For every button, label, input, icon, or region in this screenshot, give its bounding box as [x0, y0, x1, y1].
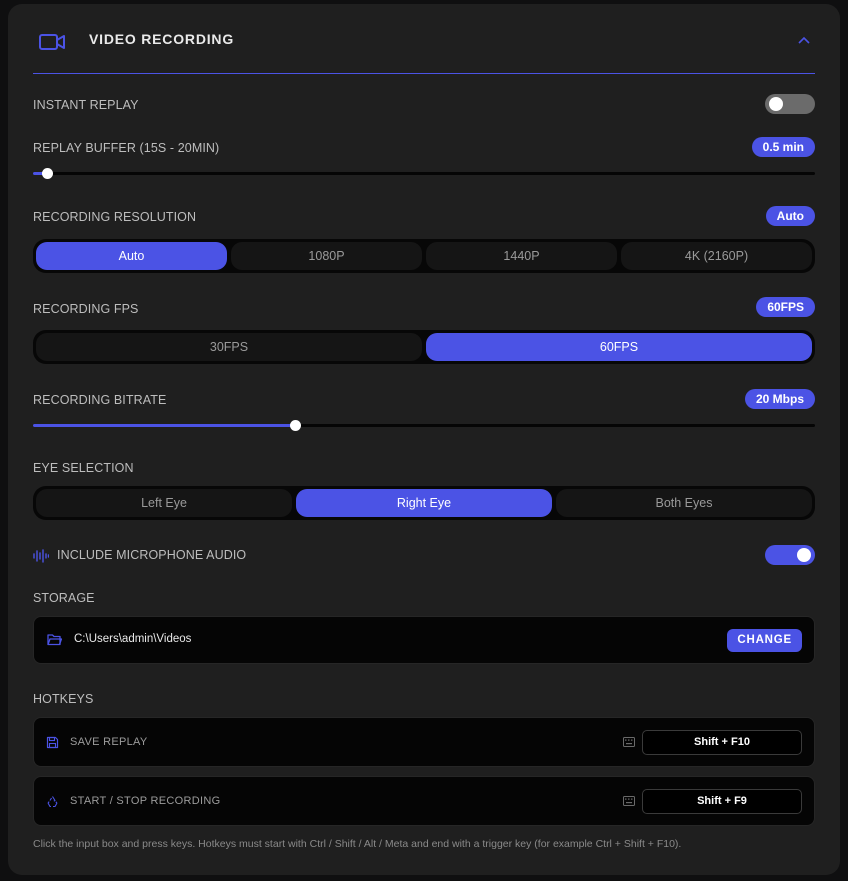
- folder-icon: [47, 634, 62, 646]
- keyboard-icon: [623, 737, 635, 747]
- resolution-option-1440p[interactable]: 1440P: [426, 242, 617, 270]
- slider-fill: [33, 424, 295, 427]
- section-header[interactable]: VIDEO RECORDING: [33, 22, 815, 74]
- hotkey-row-save-replay: SAVE REPLAY Shift + F10: [33, 717, 815, 767]
- chevron-up-icon[interactable]: [797, 34, 811, 48]
- toggle-knob: [769, 97, 783, 111]
- eye-selector: Left Eye Right Eye Both Eyes: [33, 486, 815, 520]
- bitrate-slider[interactable]: [33, 420, 815, 431]
- hotkey-label: START / STOP RECORDING: [70, 795, 221, 807]
- slider-thumb[interactable]: [41, 168, 53, 179]
- include-microphone-label: INCLUDE MICROPHONE AUDIO: [57, 548, 247, 562]
- recording-fps-label: RECORDING FPS: [33, 302, 139, 316]
- recording-bitrate-label: RECORDING BITRATE: [33, 393, 167, 407]
- storage-path-box: C:\Users\admin\Videos CHANGE: [33, 616, 815, 664]
- bitrate-badge: 20 Mbps: [744, 389, 815, 409]
- section-title: VIDEO RECORDING: [89, 31, 235, 47]
- resolution-badge: Auto: [765, 206, 815, 226]
- recording-resolution-label: RECORDING RESOLUTION: [33, 210, 197, 224]
- video-camera-icon: [39, 34, 65, 50]
- resolution-option-auto[interactable]: Auto: [36, 242, 227, 270]
- resolution-selector: Auto 1080P 1440P 4K (2160P): [33, 239, 815, 273]
- instant-replay-toggle[interactable]: [765, 94, 815, 114]
- hotkey-input[interactable]: Shift + F10: [642, 730, 802, 755]
- fps-option-60fps[interactable]: 60FPS: [426, 333, 812, 361]
- replay-buffer-label: REPLAY BUFFER (15S - 20MIN): [33, 141, 220, 155]
- change-storage-button[interactable]: CHANGE: [727, 629, 802, 652]
- microphone-toggle[interactable]: [765, 545, 815, 565]
- fps-badge: 60FPS: [756, 297, 815, 317]
- hotkey-input[interactable]: Shift + F9: [642, 789, 802, 814]
- hotkey-label: SAVE REPLAY: [70, 736, 148, 748]
- eye-option-left-eye[interactable]: Left Eye: [36, 489, 292, 517]
- fps-selector: 30FPS 60FPS: [33, 330, 815, 364]
- eye-option-right-eye[interactable]: Right Eye: [296, 489, 552, 517]
- hotkeys-help-text: Click the input box and press keys. Hotk…: [33, 838, 682, 850]
- save-icon: [46, 736, 59, 749]
- fps-option-30fps[interactable]: 30FPS: [36, 333, 422, 361]
- hotkeys-label: HOTKEYS: [33, 692, 94, 706]
- keyboard-icon: [623, 796, 635, 806]
- replay-buffer-slider[interactable]: [33, 168, 815, 179]
- hotkey-row-start-stop-recording: START / STOP RECORDING Shift + F9: [33, 776, 815, 826]
- resolution-option-1080p[interactable]: 1080P: [231, 242, 422, 270]
- resolution-option-4k-2160p[interactable]: 4K (2160P): [621, 242, 812, 270]
- video-recording-panel: VIDEO RECORDING INSTANT REPLAY REPLAY BU…: [8, 4, 840, 875]
- eye-option-both-eyes[interactable]: Both Eyes: [556, 489, 812, 517]
- storage-path: C:\Users\admin\Videos: [74, 633, 192, 645]
- audio-wave-icon: [33, 549, 49, 563]
- eye-selection-label: EYE SELECTION: [33, 461, 134, 475]
- storage-label: STORAGE: [33, 591, 95, 605]
- slider-thumb[interactable]: [289, 420, 301, 431]
- recycle-icon: [47, 796, 58, 808]
- replay-buffer-value-badge: 0.5 min: [751, 137, 815, 157]
- instant-replay-label: INSTANT REPLAY: [33, 98, 139, 112]
- toggle-knob: [797, 548, 811, 562]
